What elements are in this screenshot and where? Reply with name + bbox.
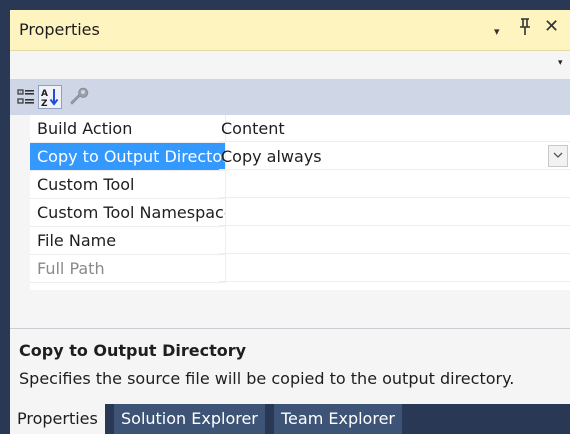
property-name[interactable]: Copy to Output Directory — [30, 143, 226, 171]
property-grid: Build Action Content Copy to Output Dire… — [10, 115, 570, 290]
property-row-full-path[interactable]: Full Path — [30, 255, 570, 283]
property-row-build-action[interactable]: Build Action Content — [30, 115, 570, 143]
sort-az-icon: A Z — [41, 89, 59, 109]
property-name[interactable]: Custom Tool Namespace — [30, 199, 226, 227]
tab-solution-explorer[interactable]: Solution Explorer — [114, 404, 265, 434]
property-name[interactable]: Full Path — [30, 255, 226, 283]
title-bar[interactable]: Properties ▾ ✕ — [10, 10, 570, 51]
description-pane: Copy to Output Directory Specifies the s… — [10, 328, 570, 405]
bottom-tab-strip: Properties Solution Explorer Team Explor… — [10, 404, 570, 434]
close-icon[interactable]: ✕ — [544, 17, 559, 37]
description-title: Copy to Output Directory — [19, 341, 247, 360]
property-value[interactable]: Content — [219, 115, 570, 142]
description-text: Specifies the source file will be copied… — [19, 369, 515, 388]
property-row-custom-tool-namespace[interactable]: Custom Tool Namespace — [30, 199, 570, 227]
svg-text:A: A — [41, 89, 48, 99]
property-grid-gutter — [10, 115, 30, 290]
property-value[interactable]: Copy always — [219, 143, 570, 170]
window-title: Properties — [19, 20, 100, 39]
property-row-copy-to-output-directory[interactable]: Copy to Output Directory Copy always — [30, 143, 570, 171]
window-position-dropdown-icon[interactable]: ▾ — [494, 22, 500, 42]
categorized-button[interactable] — [14, 85, 38, 109]
categorized-icon — [17, 89, 34, 104]
object-selector[interactable]: ▾ — [10, 51, 570, 79]
tab-properties[interactable]: Properties — [10, 404, 105, 434]
property-value[interactable] — [219, 255, 570, 282]
value-dropdown-button[interactable] — [548, 145, 568, 167]
pin-icon[interactable] — [518, 18, 532, 41]
property-value[interactable] — [219, 227, 570, 254]
property-value[interactable] — [219, 199, 570, 226]
alphabetical-button[interactable]: A Z — [38, 85, 62, 109]
property-row-file-name[interactable]: File Name — [30, 227, 570, 255]
tab-team-explorer[interactable]: Team Explorer — [274, 404, 402, 434]
properties-window: Properties ▾ ✕ ▾ A Z Build Action Conten… — [10, 10, 570, 434]
property-pages-button[interactable] — [66, 85, 90, 109]
svg-text:Z: Z — [41, 99, 48, 108]
property-name[interactable]: File Name — [30, 227, 226, 255]
properties-toolbar: A Z — [10, 79, 570, 115]
chevron-down-icon — [553, 152, 563, 158]
property-name[interactable]: Custom Tool — [30, 171, 226, 199]
property-row-custom-tool[interactable]: Custom Tool — [30, 171, 570, 199]
property-name[interactable]: Build Action — [30, 115, 226, 143]
object-selector-arrow-icon[interactable]: ▾ — [558, 58, 563, 68]
wrench-icon — [70, 87, 89, 105]
property-value[interactable] — [219, 171, 570, 198]
